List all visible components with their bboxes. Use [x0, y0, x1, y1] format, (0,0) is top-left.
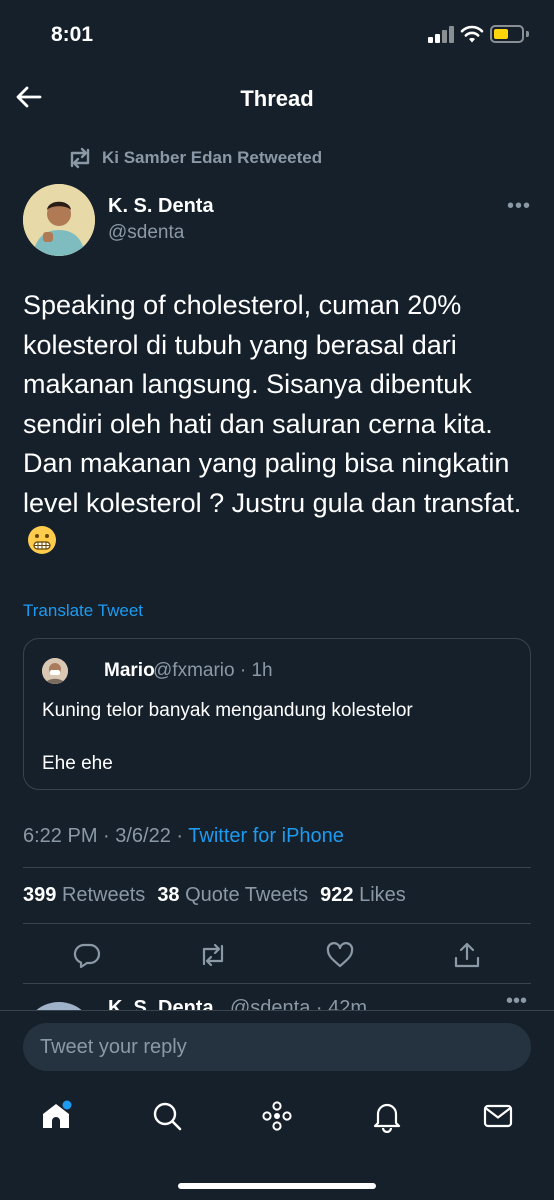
tweet-text: Speaking of cholesterol, cuman 20% koles… — [23, 286, 533, 563]
spaces-icon[interactable] — [260, 1099, 294, 1133]
status-bar: 8:01 — [0, 0, 554, 70]
likes-stat[interactable]: 922 Likes — [320, 884, 406, 907]
header: Thread — [0, 70, 554, 128]
reply-icon[interactable] — [72, 940, 102, 970]
retweet-context-label: Ki Samber Edan Retweeted — [102, 148, 323, 167]
more-options-icon[interactable]: ••• — [506, 990, 527, 1010]
likes-label: Likes — [359, 884, 406, 906]
retweets-stat[interactable]: 399 Retweets — [23, 884, 145, 907]
divider — [23, 867, 531, 868]
tweet-actions — [0, 936, 554, 976]
author-handle: @sdenta · 42m — [230, 997, 368, 1010]
retweet-icon[interactable] — [198, 940, 228, 970]
home-icon[interactable] — [39, 1099, 73, 1133]
quote-tweets-stat[interactable]: 38 Quote Tweets — [157, 884, 308, 907]
quote-text-line: Kuning telor banyak mengandung kolestelo… — [42, 700, 413, 721]
retweets-count: 399 — [23, 884, 57, 906]
translate-tweet-link[interactable]: Translate Tweet — [23, 601, 143, 621]
divider — [23, 983, 531, 984]
quote-tweets-label: Quote Tweets — [185, 884, 309, 906]
retweet-context[interactable]: Ki Samber Edan Retweeted — [66, 146, 322, 170]
wifi-icon — [460, 25, 484, 43]
page-title: Thread — [240, 86, 314, 111]
battery-nub — [526, 31, 529, 37]
likes-count: 922 — [320, 884, 354, 906]
next-tweet[interactable]: K. S. Denta @sdenta · 42m ••• — [0, 986, 554, 1010]
avatar[interactable] — [23, 1002, 95, 1010]
quote-tweets-count: 38 — [157, 884, 180, 906]
tweet-timestamp: 6:22 PM · 3/6/22 · Twitter for iPhone — [23, 825, 344, 848]
grimacing-face-icon — [28, 526, 56, 554]
quote-text-line: Ehe ehe — [42, 753, 113, 774]
share-icon[interactable] — [452, 940, 482, 970]
home-indicator — [178, 1183, 376, 1189]
notifications-icon[interactable] — [370, 1099, 404, 1133]
more-options-icon[interactable]: ••• — [506, 196, 532, 216]
quote-author-handle: @fxmario · 1h — [153, 660, 273, 681]
quote-avatar[interactable] — [42, 658, 68, 684]
battery-icon — [490, 25, 524, 43]
bottom-bar — [0, 1010, 554, 1200]
retweet-icon — [70, 147, 90, 169]
quote-tweet-card[interactable]: Mario @fxmario · 1h Kuning telor banyak … — [23, 638, 531, 790]
status-time: 8:01 — [51, 23, 94, 46]
like-icon[interactable] — [325, 940, 355, 970]
search-icon[interactable] — [150, 1099, 184, 1133]
signal-icon — [428, 26, 454, 43]
tweet-stats: 399 Retweets 38 Quote Tweets 922 Likes — [23, 884, 406, 907]
avatar[interactable] — [23, 184, 95, 256]
divider — [23, 923, 531, 924]
author-name[interactable]: K. S. Denta — [108, 195, 214, 218]
reply-input[interactable] — [23, 1023, 531, 1071]
author-name: K. S. Denta — [108, 997, 214, 1010]
messages-icon[interactable] — [481, 1099, 515, 1133]
source-link[interactable]: Twitter for iPhone — [188, 825, 344, 847]
tweet-body-text: Speaking of cholesterol, cuman 20% koles… — [23, 290, 522, 518]
quote-author-name: Mario — [104, 660, 155, 681]
retweets-label: Retweets — [61, 884, 146, 906]
timestamp-text: 6:22 PM · 3/6/22 · — [23, 825, 189, 847]
author-handle[interactable]: @sdenta — [108, 222, 184, 244]
